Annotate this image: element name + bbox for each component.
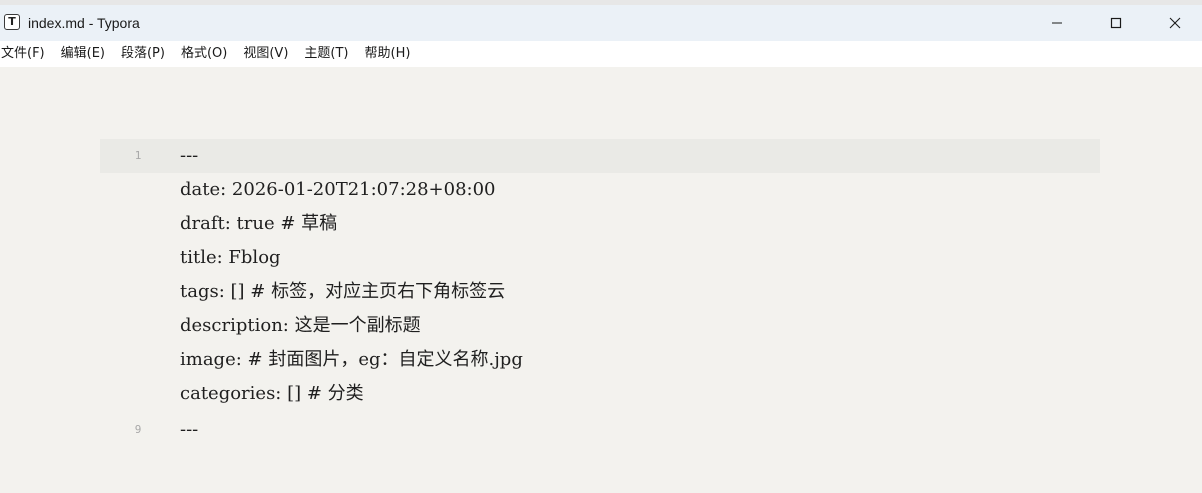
line-text[interactable]: draft: true # 草稿 bbox=[180, 207, 337, 241]
code-line[interactable]: categories: [] # 分类 bbox=[100, 377, 1100, 411]
menu-format[interactable]: 格式(O) bbox=[181, 41, 235, 67]
menu-file[interactable]: 文件(F) bbox=[1, 41, 53, 67]
minimize-icon bbox=[1052, 22, 1062, 24]
code-line[interactable]: description: 这是一个副标题 bbox=[100, 309, 1100, 343]
typora-window: T index.md - Typora 文件(F) 编辑(E) 段落(P) 格式… bbox=[0, 0, 1202, 493]
code-line[interactable]: 1 --- bbox=[100, 139, 1100, 173]
line-text[interactable]: --- bbox=[180, 413, 198, 447]
code-line[interactable]: 9 --- bbox=[100, 413, 1100, 447]
code-line[interactable]: title: Fblog bbox=[100, 241, 1100, 275]
menu-paragraph[interactable]: 段落(P) bbox=[121, 41, 173, 67]
maximize-button[interactable] bbox=[1087, 5, 1145, 41]
editor-area[interactable]: 1 --- date: 2026-01-20T21:07:28+08:00 dr… bbox=[0, 67, 1202, 493]
line-text[interactable]: image: # 封面图片，eg：自定义名称.jpg bbox=[180, 343, 523, 377]
line-text[interactable]: description: 这是一个副标题 bbox=[180, 309, 421, 343]
menu-edit[interactable]: 编辑(E) bbox=[61, 41, 113, 67]
code-line[interactable]: image: # 封面图片，eg：自定义名称.jpg bbox=[100, 343, 1100, 377]
code-line[interactable]: date: 2026-01-20T21:07:28+08:00 bbox=[100, 173, 1100, 207]
menu-help[interactable]: 帮助(H) bbox=[365, 41, 419, 67]
menu-view[interactable]: 视图(V) bbox=[243, 41, 296, 67]
line-text[interactable]: --- bbox=[180, 139, 198, 173]
code-line[interactable]: tags: [] # 标签，对应主页右下角标签云 bbox=[100, 275, 1100, 309]
code-line[interactable]: draft: true # 草稿 bbox=[100, 207, 1100, 241]
line-text[interactable]: tags: [] # 标签，对应主页右下角标签云 bbox=[180, 275, 505, 309]
minimize-button[interactable] bbox=[1028, 5, 1086, 41]
title-bar[interactable]: T index.md - Typora bbox=[0, 5, 1202, 41]
close-button[interactable] bbox=[1146, 5, 1202, 41]
menu-bar: 文件(F) 编辑(E) 段落(P) 格式(O) 视图(V) 主题(T) 帮助(H… bbox=[0, 41, 1202, 67]
line-text[interactable]: title: Fblog bbox=[180, 241, 281, 275]
window-title: index.md - Typora bbox=[28, 15, 140, 31]
menu-theme[interactable]: 主题(T) bbox=[304, 41, 356, 67]
line-text[interactable]: date: 2026-01-20T21:07:28+08:00 bbox=[180, 173, 496, 207]
line-number: 9 bbox=[134, 423, 142, 436]
line-number: 1 bbox=[134, 149, 142, 162]
close-icon bbox=[1169, 17, 1181, 29]
maximize-icon bbox=[1110, 17, 1122, 29]
line-text[interactable]: categories: [] # 分类 bbox=[180, 377, 364, 411]
typora-app-icon[interactable]: T bbox=[4, 14, 20, 30]
